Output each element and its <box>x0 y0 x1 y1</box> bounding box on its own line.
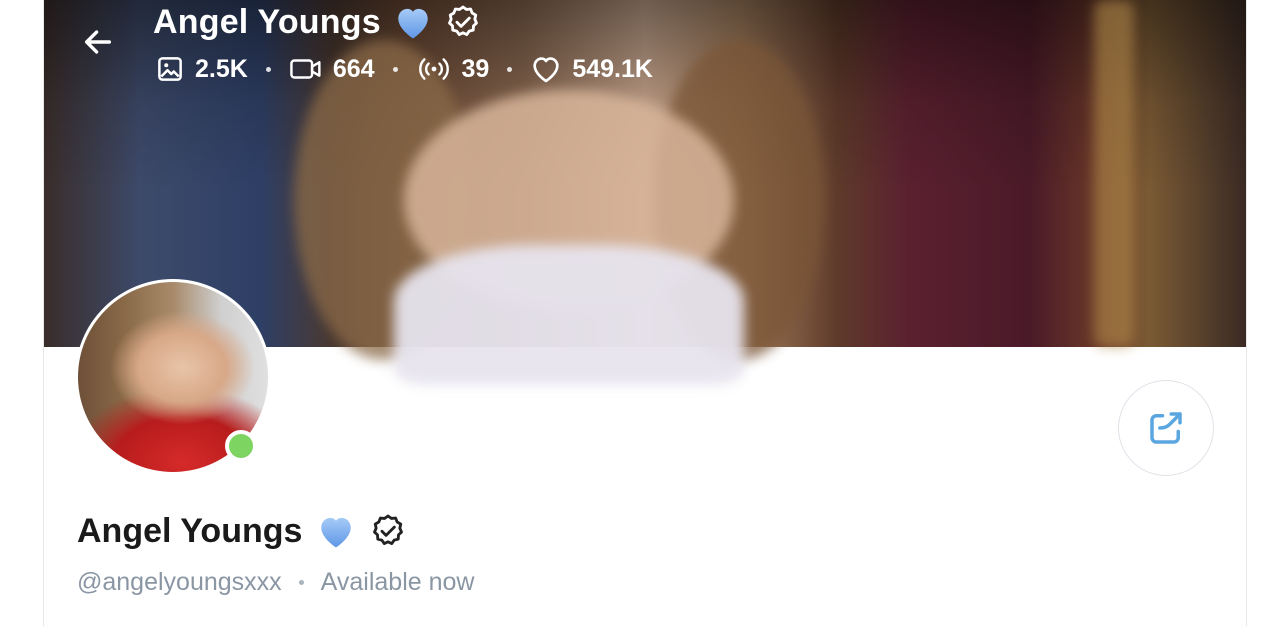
profile-name: Angel Youngs <box>77 510 406 552</box>
verified-badge-icon <box>445 4 481 40</box>
video-icon <box>289 54 323 84</box>
verified-badge-icon <box>370 513 406 549</box>
online-indicator <box>225 430 257 462</box>
arrow-left-icon <box>81 25 115 59</box>
stat-likes: 549.1K <box>530 54 653 84</box>
stat-videos: 664 <box>289 54 375 84</box>
back-button[interactable] <box>74 20 122 64</box>
stat-photos-value: 2.5K <box>195 54 248 83</box>
profile-meta: @angelyoungsxxx Available now <box>77 566 474 598</box>
share-button[interactable] <box>1118 380 1214 476</box>
username: @angelyoungsxxx <box>77 567 282 596</box>
profile-page: Angel Youngs 2.5K 664 39 549.1K Angel Yo… <box>43 0 1247 626</box>
header-name: Angel Youngs <box>153 2 381 41</box>
stat-videos-value: 664 <box>332 54 375 83</box>
image-icon <box>155 54 185 84</box>
profile-name-text: Angel Youngs <box>77 511 303 550</box>
separator-dot <box>265 66 271 72</box>
availability-status: Available now <box>320 567 475 596</box>
broadcast-icon <box>416 54 452 84</box>
separator-dot <box>298 579 304 585</box>
share-icon <box>1145 407 1187 449</box>
header-title: Angel Youngs <box>153 0 481 44</box>
blue-heart-icon <box>316 513 356 549</box>
stat-photos: 2.5K <box>155 54 248 84</box>
separator-dot <box>392 66 398 72</box>
heart-outline-icon <box>530 54 562 84</box>
stat-streams: 39 <box>416 54 490 84</box>
separator-dot <box>507 66 513 72</box>
header-stats: 2.5K 664 39 549.1K <box>155 52 653 86</box>
stat-likes-value: 549.1K <box>572 54 653 83</box>
stat-streams-value: 39 <box>461 54 490 83</box>
blue-heart-icon <box>393 4 433 40</box>
avatar[interactable] <box>75 279 271 475</box>
